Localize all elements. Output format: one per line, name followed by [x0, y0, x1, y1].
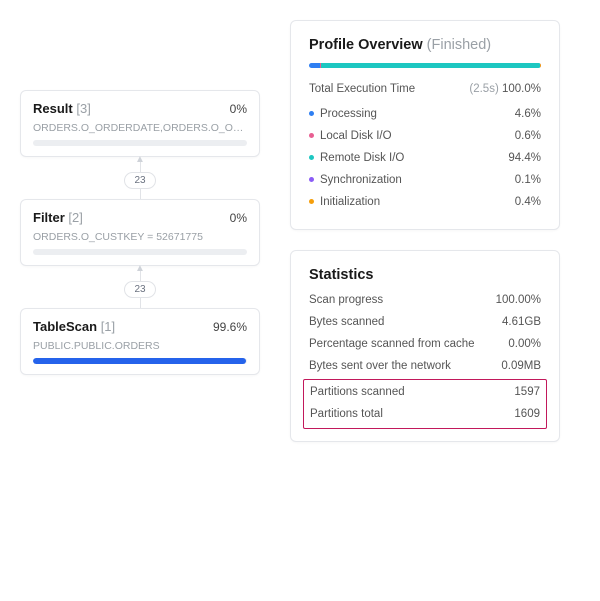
stat-row: Bytes scanned4.61GB	[309, 311, 541, 333]
node-filter[interactable]: Filter [2] 0% ORDERS.O_CUSTKEY = 5267177…	[20, 199, 260, 266]
stat-row: Bytes sent over the network0.09MB	[309, 355, 541, 377]
node-title: TableScan [1]	[33, 319, 115, 334]
dot-icon	[309, 133, 314, 138]
node-bar	[33, 358, 247, 364]
overview-row: Processing4.6%	[309, 103, 541, 125]
edge-result-filter: ▲ 23	[20, 157, 260, 199]
stat-row: Scan progress100.00%	[309, 289, 541, 311]
panel-title: Profile Overview (Finished)	[309, 37, 541, 53]
dot-icon	[309, 199, 314, 204]
dot-icon	[309, 155, 314, 160]
node-bar	[33, 249, 247, 255]
dot-icon	[309, 111, 314, 116]
stat-row: Percentage scanned from cache0.00%	[309, 333, 541, 355]
node-tablescan[interactable]: TableScan [1] 99.6% PUBLIC.PUBLIC.ORDERS	[20, 308, 260, 375]
node-title: Filter [2]	[33, 210, 83, 225]
overview-row: Local Disk I/O0.6%	[309, 125, 541, 147]
node-title: Result [3]	[33, 101, 91, 116]
stat-row: Partitions scanned1597	[310, 381, 540, 403]
partitions-highlight: Partitions scanned1597Partitions total16…	[303, 379, 547, 429]
edge-filter-scan: ▲ 23	[20, 266, 260, 308]
node-result[interactable]: Result [3] 0% ORDERS.O_ORDERDATE,ORDERS.…	[20, 90, 260, 157]
overview-row: Remote Disk I/O94.4%	[309, 147, 541, 169]
node-pct: 0%	[230, 102, 247, 116]
stripe-seg	[321, 63, 540, 68]
total-exec-row: Total Execution Time (2.5s) 100.0%	[309, 78, 541, 103]
stat-row: Partitions total1609	[310, 403, 540, 425]
node-desc: ORDERS.O_ORDERDATE,ORDERS.O_OR...	[33, 122, 247, 134]
node-pct: 0%	[230, 211, 247, 225]
profile-overview-panel: Profile Overview (Finished) Total Execut…	[290, 20, 560, 230]
node-desc: ORDERS.O_CUSTKEY = 52671775	[33, 231, 247, 243]
time-distribution-bar	[309, 63, 541, 68]
node-pct: 99.6%	[213, 320, 247, 334]
statistics-panel: Statistics Scan progress100.00%Bytes sca…	[290, 250, 560, 442]
query-plan-tree: Result [3] 0% ORDERS.O_ORDERDATE,ORDERS.…	[20, 20, 260, 375]
node-bar	[33, 140, 247, 146]
overview-row: Synchronization0.1%	[309, 169, 541, 191]
stripe-seg	[309, 63, 320, 68]
panel-title: Statistics	[309, 267, 541, 283]
dot-icon	[309, 177, 314, 182]
node-desc: PUBLIC.PUBLIC.ORDERS	[33, 340, 247, 352]
overview-row: Initialization0.4%	[309, 191, 541, 213]
stripe-seg	[540, 63, 541, 68]
